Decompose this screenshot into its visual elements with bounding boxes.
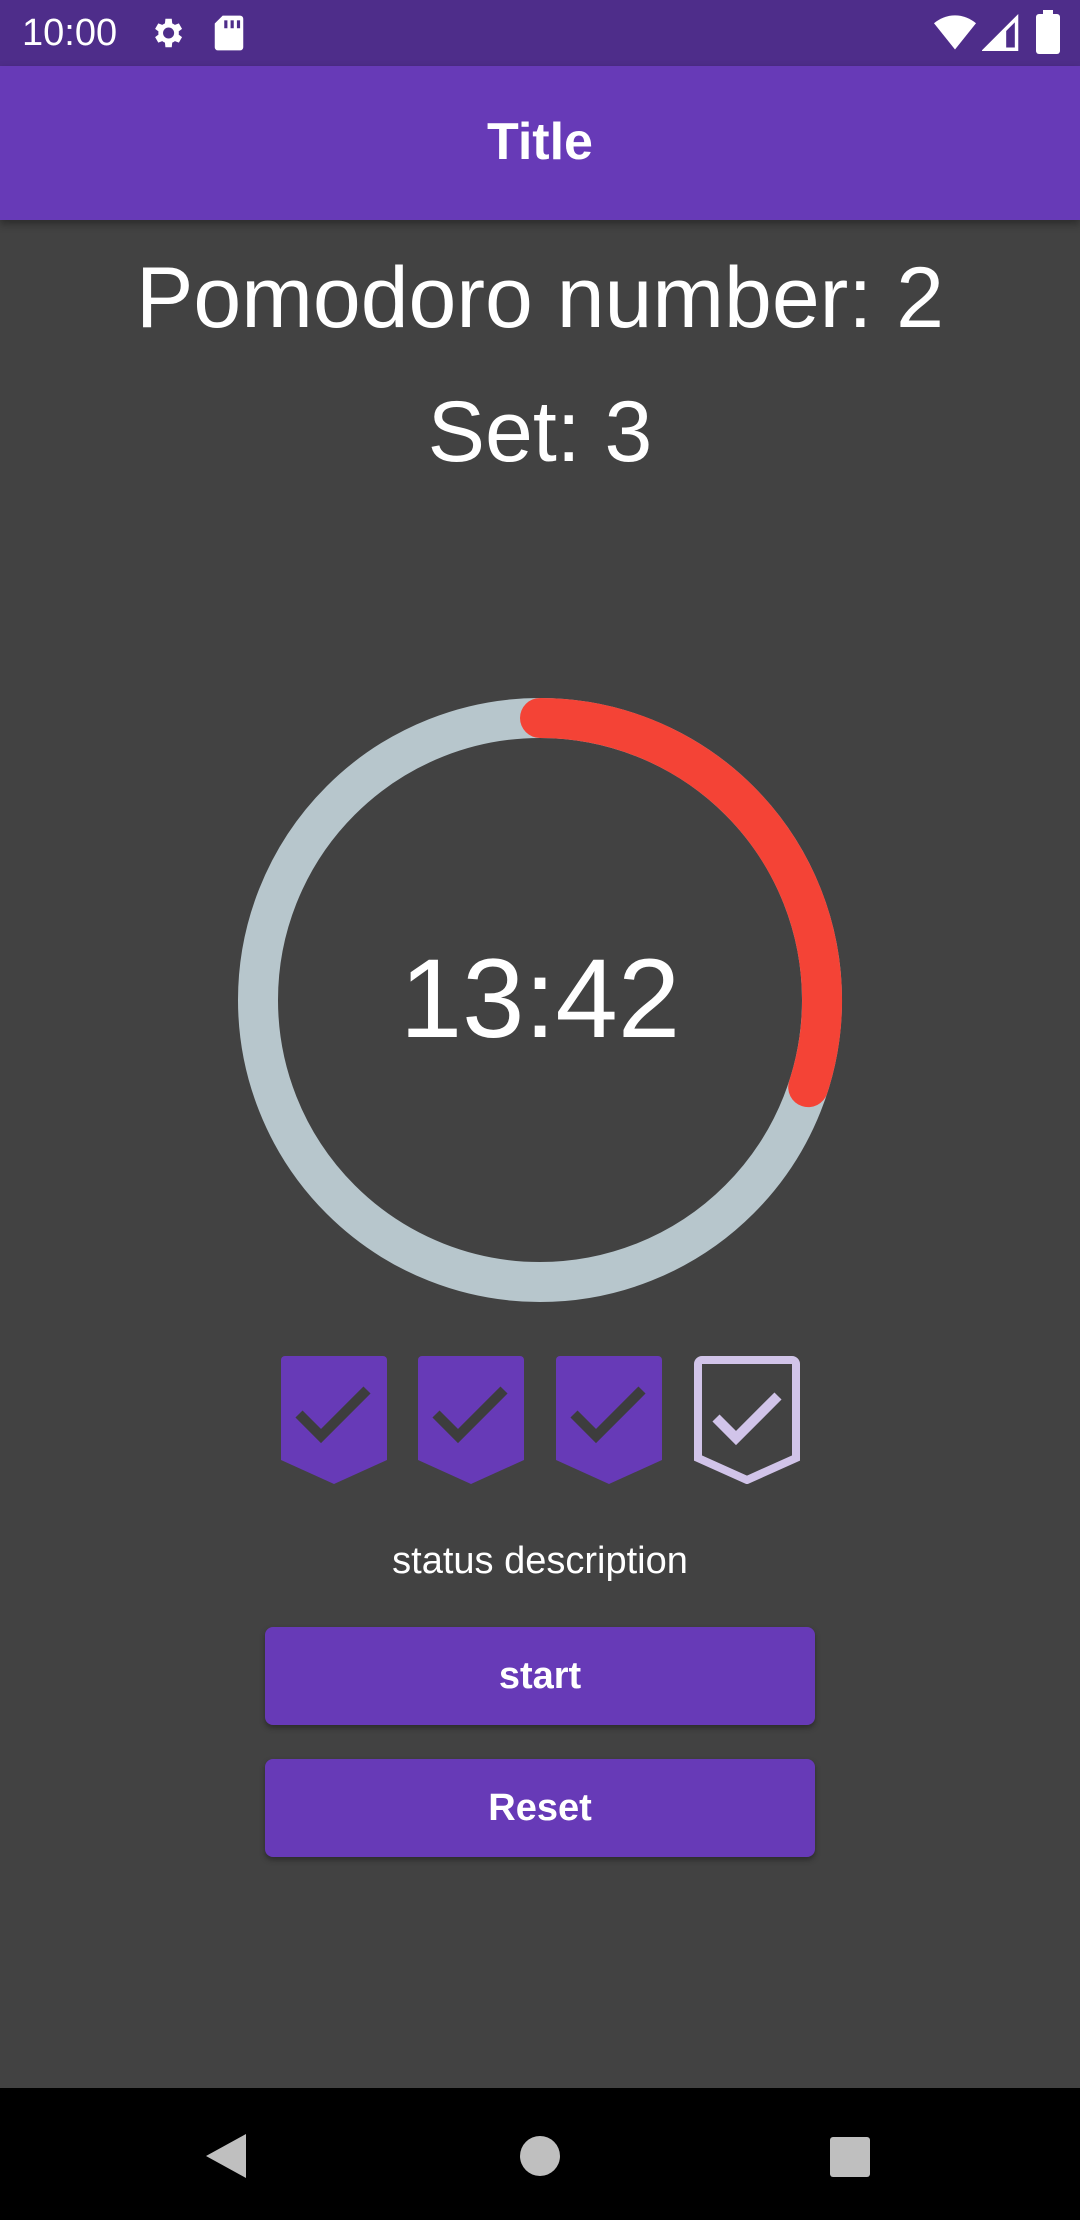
pomodoro-screen: 10:00 Title Pomodoro number: 2 Set: 3 13… [0,0,1080,2220]
status-description: status description [392,1540,688,1582]
timer-countdown: 13:42 [399,936,681,1061]
check-badge-outline-icon [694,1356,800,1484]
home-icon[interactable] [518,2134,562,2178]
back-icon[interactable] [204,2132,248,2180]
reset-button[interactable]: Reset [265,1759,815,1857]
check-badge-icon [281,1356,387,1484]
check-badge-icon [418,1356,524,1484]
pomodoro-badges [281,1356,801,1486]
check-badge-icon [556,1356,662,1484]
start-button[interactable]: start [265,1627,815,1725]
recents-icon[interactable] [829,2136,871,2178]
timer-progress-ring [238,698,842,1302]
navigation-bar [0,2088,1080,2220]
